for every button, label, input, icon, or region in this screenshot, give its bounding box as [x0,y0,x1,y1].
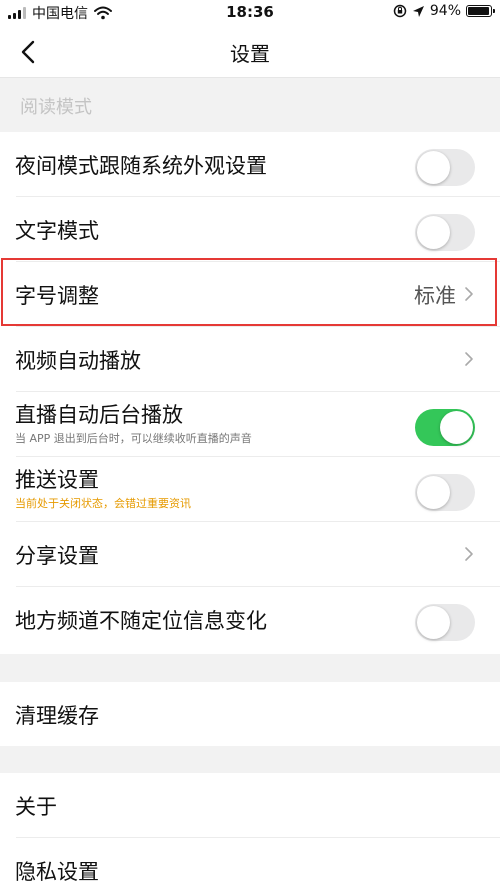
push-toggle[interactable] [415,474,475,511]
battery-icon [466,5,495,17]
row-about[interactable]: 关于 [0,773,500,838]
row-title: 分享设置 [15,544,99,568]
settings-group-about: 关于 隐私设置 [0,773,500,889]
row-title: 推送设置 [15,468,99,492]
row-title: 地方频道不随定位信息变化 [15,609,267,633]
live-background-toggle[interactable] [415,409,475,446]
chevron-right-icon [465,547,473,561]
row-local-channel: 地方频道不随定位信息变化 [0,587,500,652]
toggle-knob [417,151,450,184]
status-right: 94% [393,3,495,19]
chevron-right-icon [465,287,473,301]
row-title: 清理缓存 [15,704,99,728]
row-text-mode: 文字模式 [0,197,500,262]
settings-group-cache: 清理缓存 [0,682,500,746]
row-night-mode: 夜间模式跟随系统外观设置 [0,132,500,197]
settings-group-reading: 夜间模式跟随系统外观设置 文字模式 字号调整 标准 视频自动播放 直播自动后台播… [0,132,500,654]
section-header-label: 阅读模式 [20,97,92,118]
row-title: 字号调整 [15,284,99,308]
page-title: 设置 [230,42,270,66]
row-title: 直播自动后台播放 [15,403,183,427]
row-title: 文字模式 [15,219,99,243]
font-size-value: 标准 [414,284,456,308]
row-privacy[interactable]: 隐私设置 [0,838,500,889]
row-subtitle-warning: 当前处于关闭状态，会错过重要资讯 [15,497,191,510]
row-live-background: 直播自动后台播放 当 APP 退出到后台时，可以继续收听直播的声音 [0,392,500,457]
row-subtitle: 当 APP 退出到后台时，可以继续收听直播的声音 [15,432,252,445]
location-arrow-icon [412,5,424,17]
toggle-knob [417,606,450,639]
toggle-knob [440,411,473,444]
battery-percent: 94% [429,3,461,19]
toggle-knob [417,476,450,509]
row-share[interactable]: 分享设置 [0,522,500,587]
row-font-size[interactable]: 字号调整 标准 [0,262,500,327]
row-video-autoplay[interactable]: 视频自动播放 [0,327,500,392]
night-mode-toggle[interactable] [415,149,475,186]
chevron-right-icon [465,352,473,366]
section-header-reading-mode: 阅读模式 [0,78,500,132]
row-push: 推送设置 当前处于关闭状态，会错过重要资讯 [0,457,500,522]
text-mode-toggle[interactable] [415,214,475,251]
row-title: 夜间模式跟随系统外观设置 [15,154,267,178]
row-title: 隐私设置 [15,860,99,884]
row-clear-cache[interactable]: 清理缓存 [0,682,500,747]
status-bar: 中国电信 18:36 94% [0,0,500,26]
local-channel-toggle[interactable] [415,604,475,641]
row-title: 视频自动播放 [15,349,141,373]
toggle-knob [417,216,450,249]
orientation-lock-icon [393,4,407,18]
nav-bar: 设置 [0,26,500,78]
row-title: 关于 [15,795,57,819]
